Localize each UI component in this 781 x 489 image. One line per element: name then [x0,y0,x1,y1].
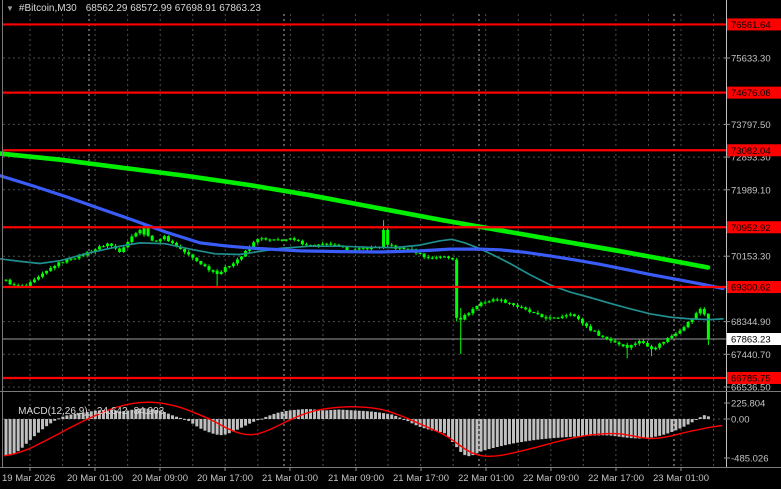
time-axis-label: 20 Mar 09:00 [132,473,188,484]
macd-indicator-label: MACD(12,26,9) -24.642 -84.203 [7,395,164,428]
price-axis-label: 70952.92 [731,223,771,234]
time-axis-label: 21 Mar 17:00 [393,473,449,484]
price-axis-label: -485.026 [731,454,769,465]
time-axis: 19 Mar 2026 20 Mar 01:00 20 Mar 09:00 20 Ma… [2,467,709,484]
chart-header: ▼ #Bitcoin,M30 68562.29 68572.99 67698.9… [6,3,261,14]
collapse-arrow-icon[interactable]: ▼ [6,4,14,13]
price-axis-label: 76561.64 [731,20,771,31]
macd-name: MACD(12,26,9) [18,406,88,417]
ma-mid-blue [0,174,725,291]
time-axis-label: 20 Mar 17:00 [197,473,253,484]
time-axis-label: 19 Mar 2026 [2,473,55,484]
candles [4,220,710,359]
ohlc-values: 68562.29 68572.99 67698.91 67863.23 [85,3,261,14]
price-axis-label: 69300.62 [731,283,771,294]
level-lines [3,23,726,380]
price-axis-label: 0.00 [731,415,750,426]
symbol-period-label: #Bitcoin,M30 [18,3,77,14]
time-axis-label: 22 Mar 01:00 [458,473,514,484]
macd-values: -24.642 -84.203 [93,406,165,417]
price-axis-label: 71989.10 [731,185,771,196]
time-axis-label: 23 Mar 01:00 [653,473,709,484]
time-axis-label: 22 Mar 17:00 [588,473,644,484]
day-separators [88,14,675,467]
price-axis-label: 68344.90 [731,317,771,328]
price-axis-label: 73797.50 [731,120,771,131]
horizontal-gridlines [3,57,726,420]
time-axis-label: 20 Mar 01:00 [67,473,123,484]
chart-window: ▼ #Bitcoin,M30 68562.29 68572.99 67698.9… [0,0,781,489]
price-axis-label: 67440.70 [731,350,771,361]
price-axis: 75633.3073797.5072893.3071989.1070153.30… [724,18,781,465]
price-axis-label: 225.804 [731,399,765,410]
time-axis-label: 21 Mar 09:00 [328,473,384,484]
price-axis-label: 73082.04 [731,146,771,157]
price-axis-label: 75633.30 [731,54,771,65]
time-axis-label: 22 Mar 09:00 [523,473,579,484]
price-axis-label: 70153.30 [731,252,771,263]
price-axis-label: 74676.08 [731,88,771,99]
price-axis-label: 67863.23 [731,335,771,346]
time-axis-label: 21 Mar 01:00 [262,473,318,484]
price-axis-label: 66785.75 [731,373,771,384]
